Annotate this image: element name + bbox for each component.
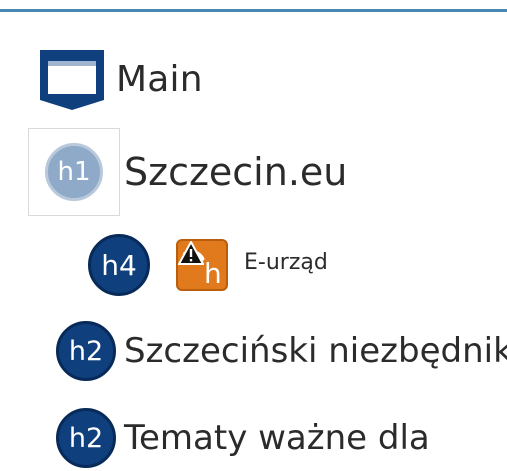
h4-badge-icon: h4: [88, 234, 150, 296]
svg-text:h: h: [204, 257, 222, 289]
tree-item-label: Main: [116, 58, 203, 100]
tree-item-tematy[interactable]: h2 Tematy ważne dla: [56, 405, 430, 471]
h2-badge-icon: h2: [56, 408, 116, 468]
tree-item-label: Szczeciński niezbędnik: [124, 331, 507, 371]
tree-item-site[interactable]: h1 Szczecin.eu: [28, 128, 347, 216]
h2-badge-icon: h2: [56, 321, 116, 381]
external-link-shortcut-icon: h: [176, 239, 228, 291]
selected-item-frame: h1: [28, 128, 120, 216]
tree-item-label: E-urząd: [244, 249, 328, 275]
tree-item-label: Tematy ważne dla: [124, 418, 430, 458]
tree-item-main[interactable]: Main: [36, 46, 203, 112]
top-divider: [0, 9, 507, 12]
warning-triangle-icon: [178, 241, 204, 265]
tree-item-eurzad[interactable]: h4 h E-urząd: [88, 232, 328, 298]
tree-item-label: Szczecin.eu: [124, 150, 348, 194]
page-window-icon: [40, 50, 104, 110]
tree-item-niezbednik[interactable]: h2 Szczeciński niezbędnik: [56, 318, 507, 384]
